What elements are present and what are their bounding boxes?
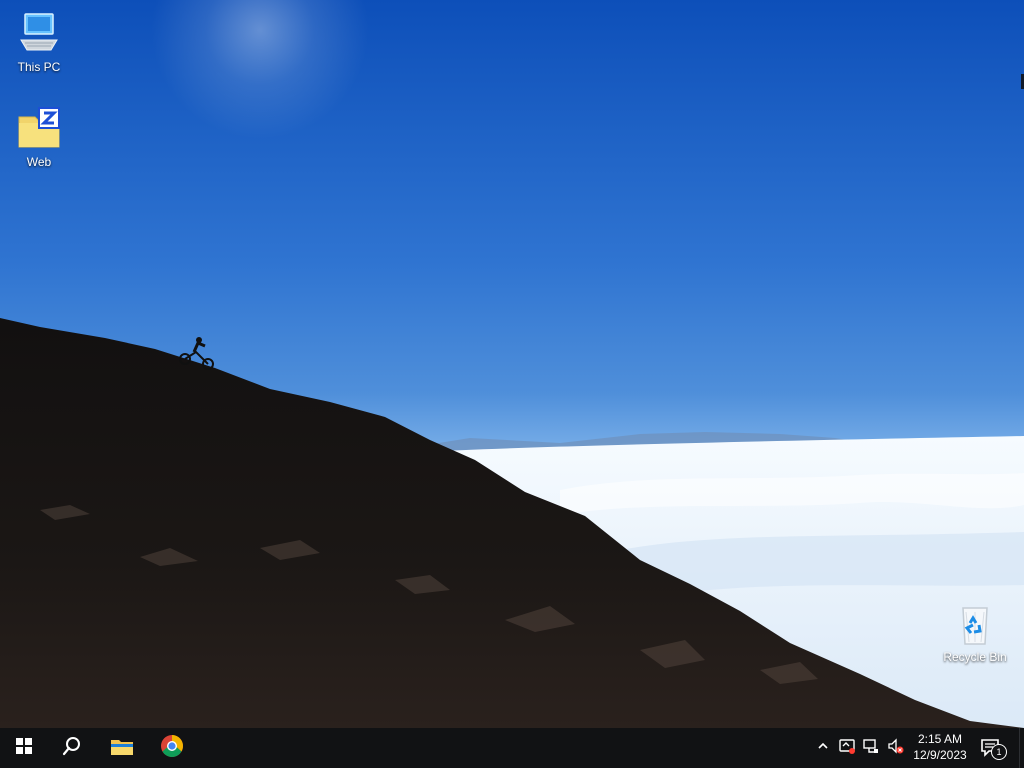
desktop[interactable]: This PC Web Recycle Bin — [0, 0, 1024, 728]
chrome-button[interactable] — [148, 728, 196, 768]
desktop-icon-recycle-bin[interactable]: Recycle Bin — [938, 600, 1012, 664]
clock-date: 12/9/2023 — [913, 748, 967, 762]
desktop-icon-this-pc[interactable]: This PC — [2, 10, 76, 74]
desktop-icon-label: Web — [26, 155, 52, 169]
clock-time: 2:15 AM — [917, 732, 963, 746]
network-tray-button[interactable] — [861, 728, 881, 768]
notification-count: 1 — [991, 744, 1007, 760]
windows-start-icon — [15, 737, 33, 760]
chrome-icon — [160, 734, 184, 763]
desktop-wallpaper — [0, 0, 1024, 728]
search-button[interactable] — [48, 728, 96, 768]
desktop-icon-web[interactable]: Web — [2, 105, 76, 169]
volume-tray-button[interactable] — [885, 728, 905, 768]
taskbar-clock[interactable]: 2:15 AM 12/9/2023 — [910, 731, 970, 763]
notification-center-button[interactable]: 1 — [976, 728, 1007, 768]
start-button[interactable] — [0, 728, 48, 768]
search-icon — [61, 735, 83, 762]
tray-overflow-button[interactable] — [813, 728, 833, 768]
volume-muted-icon — [886, 737, 904, 760]
computer-icon — [15, 10, 63, 58]
file-explorer-icon — [110, 736, 134, 761]
desktop-icon-label: This PC — [17, 60, 61, 74]
security-tray-button[interactable] — [837, 728, 857, 768]
notification-icon: 1 — [980, 738, 1007, 760]
file-explorer-button[interactable] — [98, 728, 146, 768]
show-desktop-button[interactable] — [1019, 728, 1024, 768]
chevron-up-icon — [817, 739, 829, 757]
recycle-bin-icon — [951, 600, 999, 648]
folder-z-icon — [15, 105, 63, 153]
desktop-icon-label: Recycle Bin — [943, 650, 1007, 664]
taskbar: 2:15 AM 12/9/2023 1 — [0, 728, 1024, 768]
network-icon — [862, 737, 880, 760]
wallpaper-landscape — [0, 318, 1024, 728]
security-alert-icon — [838, 737, 856, 760]
